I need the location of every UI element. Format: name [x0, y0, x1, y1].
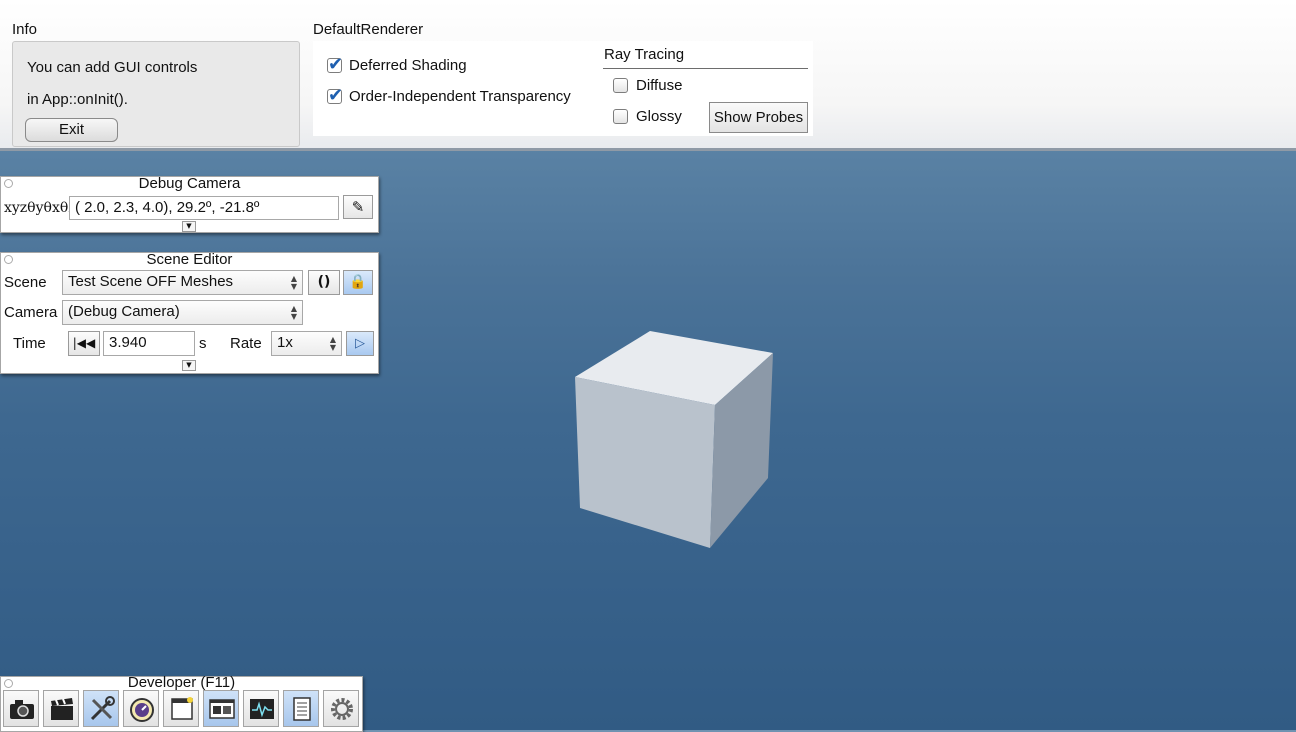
- stopwatch-icon[interactable]: [123, 690, 159, 727]
- lock-icon[interactable]: 🔒: [343, 270, 373, 295]
- rate-select[interactable]: 1x ▲ ▼: [271, 331, 342, 356]
- camera-coordinates-field[interactable]: ( 2.0, 2.3, 4.0), 29.2º, -21.8º: [69, 196, 339, 220]
- clapperboard-icon[interactable]: [43, 690, 79, 727]
- window-icon[interactable]: [163, 690, 199, 727]
- camera-select[interactable]: (Debug Camera) ▲ ▼: [62, 300, 303, 325]
- scene-select-value: Test Scene OFF Meshes: [68, 273, 234, 290]
- select-arrows-icon: ▲ ▼: [290, 274, 297, 291]
- select-arrows-icon: ▲ ▼: [329, 335, 336, 352]
- scene-editor-panel: Scene Editor Scene Test Scene OFF Meshes…: [0, 251, 379, 374]
- rate-select-value: 1x: [277, 334, 293, 351]
- scene-windows-icon[interactable]: [203, 690, 239, 727]
- developer-title: Developer (F11): [127, 674, 236, 691]
- log-document-icon[interactable]: [283, 690, 319, 727]
- camera-select-value: (Debug Camera): [68, 303, 180, 320]
- coord-label: xyzθyθxθz: [4, 200, 76, 216]
- profiler-icon[interactable]: [243, 690, 279, 727]
- scene-select[interactable]: Test Scene OFF Meshes ▲ ▼: [62, 270, 303, 295]
- cube-left-face: [575, 377, 715, 548]
- camera-label: Camera: [4, 304, 58, 321]
- debug-camera-panel: Debug Camera xyzθyθxθz ( 2.0, 2.3, 4.0),…: [0, 175, 379, 233]
- select-arrows-icon: ▲ ▼: [290, 304, 297, 321]
- scene-editor-title: Scene Editor: [146, 251, 233, 268]
- reload-icon[interactable]: (): [308, 270, 340, 295]
- camera-icon[interactable]: [3, 690, 39, 727]
- time-input[interactable]: 3.940: [103, 331, 195, 356]
- gear-icon[interactable]: [323, 690, 359, 727]
- tools-icon[interactable]: [83, 690, 119, 727]
- rewind-icon[interactable]: |◀◀: [68, 331, 100, 356]
- time-unit: s: [199, 335, 207, 352]
- play-icon[interactable]: ▷: [346, 331, 374, 356]
- developer-panel: Developer (F11): [0, 674, 363, 732]
- debug-camera-expand-icon[interactable]: ▼: [182, 221, 196, 232]
- time-label: Time: [13, 335, 46, 352]
- scene-label: Scene: [4, 274, 47, 291]
- scene-editor-expand-icon[interactable]: ▼: [182, 360, 196, 371]
- pencil-icon[interactable]: ✎: [343, 195, 373, 219]
- rate-label: Rate: [230, 335, 262, 352]
- debug-camera-title: Debug Camera: [138, 175, 241, 192]
